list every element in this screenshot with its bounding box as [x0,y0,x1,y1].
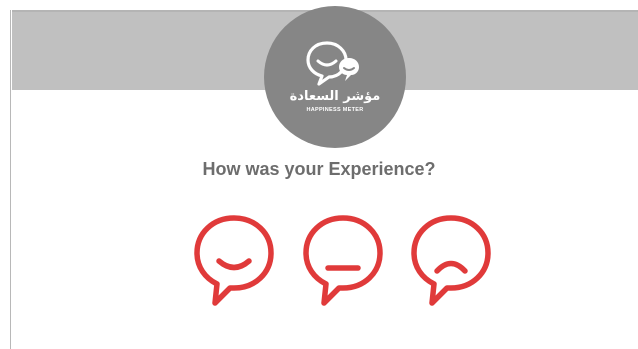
chat-bubbles-icon [306,41,359,86]
logo-english-text: HAPPINESS METER [306,107,364,113]
happiness-meter-screen: مؤشر السعادة HAPPINESS METER How was you… [0,0,638,349]
neutral-face-button[interactable] [298,210,388,310]
neutral-face-icon [303,215,383,306]
logo-arabic-text: مؤشر السعادة [289,89,381,104]
sad-face-button[interactable] [406,210,496,310]
happiness-meter-logo: مؤشر السعادة HAPPINESS METER [264,6,406,148]
sad-face-icon [411,215,491,306]
happy-face-icon [194,215,274,306]
happy-face-button[interactable] [189,210,279,310]
experience-question: How was your Experience? [202,159,436,179]
